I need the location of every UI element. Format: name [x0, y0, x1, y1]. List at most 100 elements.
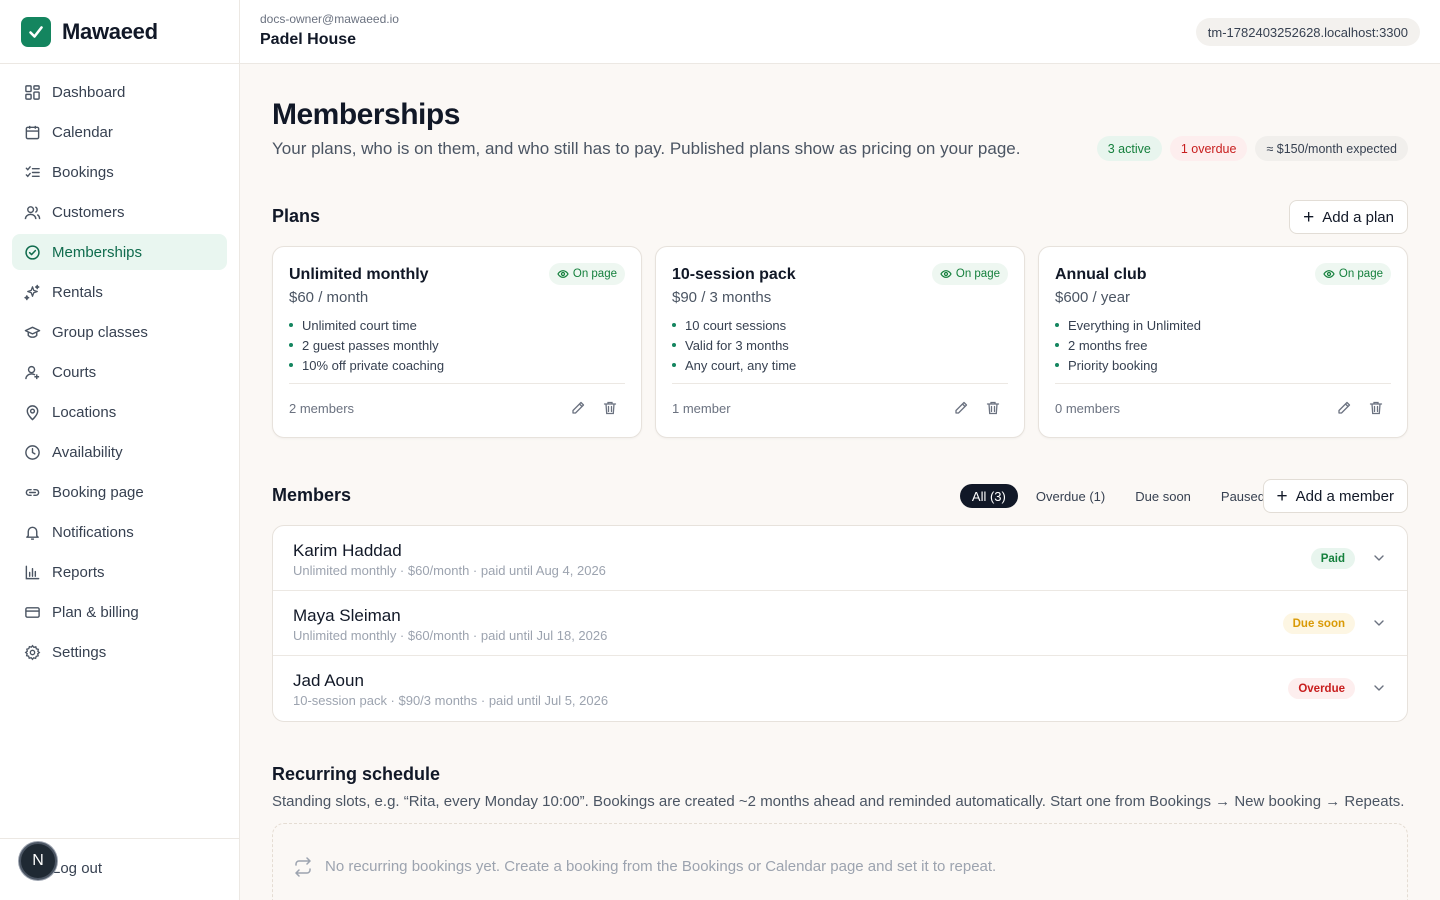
- sidebar-item-bookings[interactable]: Bookings: [12, 154, 227, 190]
- plan-feature: 10 court sessions: [672, 315, 796, 335]
- sidebar-item-label: Rentals: [52, 283, 103, 301]
- graduation-cap-icon: [23, 323, 41, 341]
- bell-icon: [23, 523, 41, 541]
- list-check-icon: [23, 163, 41, 181]
- brand-logo-icon: [21, 16, 51, 47]
- plans-grid: Unlimited monthly $60 / month On page Un…: [272, 246, 1408, 438]
- eye-icon: [940, 270, 952, 278]
- sidebar-item-availability[interactable]: Availability: [12, 434, 227, 470]
- sidebar-item-booking-page[interactable]: Booking page: [12, 474, 227, 510]
- sidebar-item-rentals[interactable]: Rentals: [12, 274, 227, 310]
- trash-icon[interactable]: [601, 399, 619, 417]
- plus-icon: +: [1276, 485, 1288, 507]
- member-row[interactable]: Karim Haddad Unlimited monthly · $60/mon…: [273, 526, 1407, 591]
- edit-icon[interactable]: [1335, 399, 1353, 417]
- active-count-badge: 3 active: [1096, 136, 1162, 161]
- plan-card[interactable]: Unlimited monthly $60 / month On page Un…: [272, 246, 642, 438]
- on-page-label: On page: [1338, 268, 1383, 280]
- filter-due-soon[interactable]: Due soon: [1123, 484, 1203, 508]
- plan-feature: 2 guest passes monthly: [289, 335, 444, 355]
- repeat-icon: [295, 857, 311, 877]
- sidebar-item-reports[interactable]: Reports: [12, 554, 227, 590]
- sidebar-item-calendar[interactable]: Calendar: [12, 114, 227, 150]
- sidebar-item-group-classes[interactable]: Group classes: [12, 314, 227, 350]
- recurring-description: Standing slots, e.g. “Rita, every Monday…: [272, 793, 1405, 810]
- eye-icon: [557, 270, 569, 278]
- plan-price: $90 / 3 months: [672, 289, 772, 306]
- add-plan-label: Add a plan: [1322, 208, 1394, 226]
- sidebar-item-plan-billing[interactable]: Plan & billing: [12, 594, 227, 630]
- status-badge: Paid: [1310, 548, 1355, 569]
- plan-features: Everything in Unlimited 2 months free Pr…: [1055, 315, 1201, 375]
- plan-member-count: 2 members: [289, 401, 355, 416]
- plan-feature: Priority booking: [1055, 355, 1201, 375]
- filter-overdue[interactable]: Overdue (1): [1024, 484, 1117, 508]
- logout-button[interactable]: Log out: [52, 860, 102, 877]
- edit-icon[interactable]: [952, 399, 970, 417]
- sidebar-item-courts[interactable]: Courts: [12, 354, 227, 390]
- add-member-button[interactable]: + Add a member: [1262, 479, 1408, 513]
- sidebar: Mawaeed Dashboard Calendar Bookings Cust…: [0, 0, 240, 900]
- member-name: Karim Haddad: [293, 541, 402, 560]
- clock-icon: [23, 443, 41, 461]
- member-name: Jad Aoun: [293, 671, 364, 690]
- plan-card[interactable]: 10-session pack $90 / 3 months On page 1…: [655, 246, 1025, 438]
- sidebar-item-locations[interactable]: Locations: [12, 394, 227, 430]
- trash-icon[interactable]: [1367, 399, 1385, 417]
- sidebar-item-dashboard[interactable]: Dashboard: [12, 74, 227, 110]
- plan-feature: Any court, any time: [672, 355, 796, 375]
- brand-name: Mawaeed: [62, 18, 158, 44]
- plan-feature: Unlimited court time: [289, 315, 444, 335]
- plans-section-title: Plans: [272, 206, 321, 226]
- sidebar-item-customers[interactable]: Customers: [12, 194, 227, 230]
- divider: [289, 383, 625, 384]
- recurring-section-title: Recurring schedule: [272, 764, 441, 784]
- sidebar-item-label: Booking page: [52, 483, 144, 501]
- member-row[interactable]: Jad Aoun 10-session pack · $90/3 months …: [273, 656, 1407, 721]
- add-plan-button[interactable]: + Add a plan: [1289, 200, 1408, 234]
- plan-card[interactable]: Annual club $600 / year On page Everythi…: [1038, 246, 1408, 438]
- filter-all[interactable]: All (3): [959, 484, 1018, 508]
- host-pill[interactable]: tm-1782403252628.localhost:3300: [1195, 18, 1420, 46]
- plan-actions: [1335, 399, 1385, 417]
- member-row[interactable]: Maya Sleiman Unlimited monthly · $60/mon…: [273, 591, 1407, 656]
- chevron-down-icon[interactable]: [1371, 550, 1387, 566]
- divider: [672, 383, 1008, 384]
- recurring-empty-text: No recurring bookings yet. Create a book…: [325, 858, 997, 875]
- plan-member-count: 0 members: [1055, 401, 1121, 416]
- sidebar-item-label: Customers: [52, 203, 125, 221]
- main-content: Memberships Your plans, who is on them, …: [240, 64, 1440, 900]
- status-badge: Overdue: [1288, 678, 1355, 699]
- member-name: Maya Sleiman: [293, 606, 401, 625]
- member-detail: Unlimited monthly · $60/month · paid unt…: [293, 563, 606, 578]
- credit-card-icon: [23, 603, 41, 621]
- plan-name: Unlimited monthly: [289, 266, 429, 283]
- trash-icon[interactable]: [984, 399, 1002, 417]
- sidebar-item-memberships[interactable]: Memberships: [12, 234, 227, 270]
- plan-member-count: 1 member: [672, 401, 731, 416]
- sparkles-icon: [23, 283, 41, 301]
- sidebar-footer: Log out N: [0, 838, 239, 900]
- chevron-down-icon[interactable]: [1371, 615, 1387, 631]
- plan-actions: [569, 399, 619, 417]
- business-name[interactable]: Padel House: [260, 31, 356, 49]
- plan-name: Annual club: [1055, 266, 1147, 283]
- on-page-badge: On page: [931, 263, 1008, 285]
- sidebar-item-notifications[interactable]: Notifications: [12, 514, 227, 550]
- member-detail: Unlimited monthly · $60/month · paid unt…: [293, 628, 608, 643]
- brand[interactable]: Mawaeed: [0, 0, 239, 64]
- member-detail: 10-session pack · $90/3 months · paid un…: [293, 693, 609, 708]
- plan-features: 10 court sessions Valid for 3 months Any…: [672, 315, 796, 375]
- plan-actions: [952, 399, 1002, 417]
- link-icon: [23, 483, 41, 501]
- sidebar-item-settings[interactable]: Settings: [12, 634, 227, 670]
- edit-icon[interactable]: [569, 399, 587, 417]
- chevron-down-icon[interactable]: [1371, 680, 1387, 696]
- eye-icon: [1323, 270, 1335, 278]
- plan-features: Unlimited court time 2 guest passes mont…: [289, 315, 444, 375]
- avatar[interactable]: N: [19, 842, 57, 880]
- plan-feature: 10% off private coaching: [289, 355, 444, 375]
- on-page-label: On page: [572, 268, 617, 280]
- member-filters: All (3) Overdue (1) Due soon Paused: [959, 484, 1277, 508]
- badge-check-icon: [23, 243, 41, 261]
